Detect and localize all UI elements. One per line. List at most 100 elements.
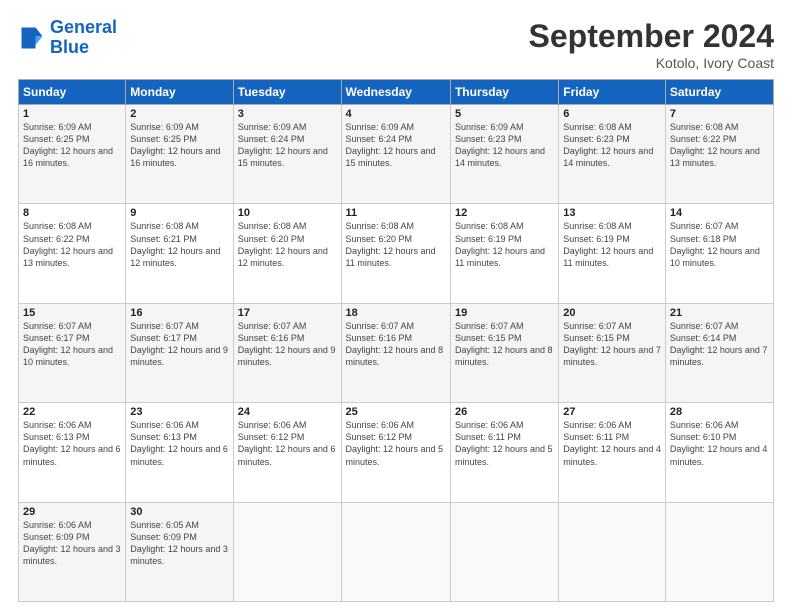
logo-general: General xyxy=(50,17,117,37)
day-number: 28 xyxy=(670,406,769,418)
day-number: 8 xyxy=(23,207,121,219)
day-cell: 5 Sunrise: 6:09 AM Sunset: 6:23 PM Dayli… xyxy=(450,105,558,204)
day-number: 29 xyxy=(23,506,121,518)
calendar-table: SundayMondayTuesdayWednesdayThursdayFrid… xyxy=(18,79,774,602)
header: General Blue September 2024 Kotolo, Ivor… xyxy=(18,18,774,71)
day-cell: 8 Sunrise: 6:08 AM Sunset: 6:22 PM Dayli… xyxy=(19,204,126,303)
day-info: Sunrise: 6:07 AM Sunset: 6:18 PM Dayligh… xyxy=(670,220,769,269)
day-cell: 14 Sunrise: 6:07 AM Sunset: 6:18 PM Dayl… xyxy=(665,204,773,303)
day-info: Sunrise: 6:09 AM Sunset: 6:24 PM Dayligh… xyxy=(346,121,446,170)
day-info: Sunrise: 6:07 AM Sunset: 6:14 PM Dayligh… xyxy=(670,320,769,369)
day-info: Sunrise: 6:07 AM Sunset: 6:16 PM Dayligh… xyxy=(238,320,337,369)
day-number: 14 xyxy=(670,207,769,219)
day-info: Sunrise: 6:06 AM Sunset: 6:11 PM Dayligh… xyxy=(563,419,661,468)
day-cell xyxy=(341,502,450,601)
day-info: Sunrise: 6:07 AM Sunset: 6:17 PM Dayligh… xyxy=(23,320,121,369)
day-number: 18 xyxy=(346,307,446,319)
day-cell: 13 Sunrise: 6:08 AM Sunset: 6:19 PM Dayl… xyxy=(559,204,666,303)
day-number: 21 xyxy=(670,307,769,319)
logo-icon xyxy=(18,24,46,52)
day-info: Sunrise: 6:06 AM Sunset: 6:10 PM Dayligh… xyxy=(670,419,769,468)
day-number: 23 xyxy=(130,406,228,418)
day-cell: 22 Sunrise: 6:06 AM Sunset: 6:13 PM Dayl… xyxy=(19,403,126,502)
week-row-2: 8 Sunrise: 6:08 AM Sunset: 6:22 PM Dayli… xyxy=(19,204,774,303)
logo: General Blue xyxy=(18,18,117,58)
day-cell: 27 Sunrise: 6:06 AM Sunset: 6:11 PM Dayl… xyxy=(559,403,666,502)
day-cell: 11 Sunrise: 6:08 AM Sunset: 6:20 PM Dayl… xyxy=(341,204,450,303)
day-number: 9 xyxy=(130,207,228,219)
day-info: Sunrise: 6:08 AM Sunset: 6:22 PM Dayligh… xyxy=(23,220,121,269)
day-cell: 30 Sunrise: 6:05 AM Sunset: 6:09 PM Dayl… xyxy=(126,502,233,601)
day-number: 11 xyxy=(346,207,446,219)
day-number: 3 xyxy=(238,108,337,120)
logo-text: General Blue xyxy=(50,18,117,58)
day-cell xyxy=(233,502,341,601)
week-row-1: 1 Sunrise: 6:09 AM Sunset: 6:25 PM Dayli… xyxy=(19,105,774,204)
day-number: 13 xyxy=(563,207,661,219)
day-info: Sunrise: 6:08 AM Sunset: 6:21 PM Dayligh… xyxy=(130,220,228,269)
day-cell: 3 Sunrise: 6:09 AM Sunset: 6:24 PM Dayli… xyxy=(233,105,341,204)
calendar-body: 1 Sunrise: 6:09 AM Sunset: 6:25 PM Dayli… xyxy=(19,105,774,602)
day-cell: 25 Sunrise: 6:06 AM Sunset: 6:12 PM Dayl… xyxy=(341,403,450,502)
day-number: 24 xyxy=(238,406,337,418)
day-number: 20 xyxy=(563,307,661,319)
day-cell xyxy=(450,502,558,601)
day-number: 15 xyxy=(23,307,121,319)
day-info: Sunrise: 6:06 AM Sunset: 6:12 PM Dayligh… xyxy=(238,419,337,468)
header-day-thursday: Thursday xyxy=(450,80,558,105)
day-info: Sunrise: 6:07 AM Sunset: 6:17 PM Dayligh… xyxy=(130,320,228,369)
page: General Blue September 2024 Kotolo, Ivor… xyxy=(0,0,792,612)
day-info: Sunrise: 6:05 AM Sunset: 6:09 PM Dayligh… xyxy=(130,519,228,568)
day-number: 5 xyxy=(455,108,554,120)
day-number: 17 xyxy=(238,307,337,319)
day-info: Sunrise: 6:06 AM Sunset: 6:11 PM Dayligh… xyxy=(455,419,554,468)
day-info: Sunrise: 6:08 AM Sunset: 6:23 PM Dayligh… xyxy=(563,121,661,170)
day-cell: 24 Sunrise: 6:06 AM Sunset: 6:12 PM Dayl… xyxy=(233,403,341,502)
header-day-sunday: Sunday xyxy=(19,80,126,105)
day-cell: 29 Sunrise: 6:06 AM Sunset: 6:09 PM Dayl… xyxy=(19,502,126,601)
day-cell: 4 Sunrise: 6:09 AM Sunset: 6:24 PM Dayli… xyxy=(341,105,450,204)
main-title: September 2024 xyxy=(529,18,774,55)
day-cell: 10 Sunrise: 6:08 AM Sunset: 6:20 PM Dayl… xyxy=(233,204,341,303)
day-info: Sunrise: 6:07 AM Sunset: 6:15 PM Dayligh… xyxy=(563,320,661,369)
day-cell: 6 Sunrise: 6:08 AM Sunset: 6:23 PM Dayli… xyxy=(559,105,666,204)
day-number: 12 xyxy=(455,207,554,219)
day-number: 30 xyxy=(130,506,228,518)
day-cell: 12 Sunrise: 6:08 AM Sunset: 6:19 PM Dayl… xyxy=(450,204,558,303)
header-day-saturday: Saturday xyxy=(665,80,773,105)
day-number: 25 xyxy=(346,406,446,418)
day-info: Sunrise: 6:08 AM Sunset: 6:19 PM Dayligh… xyxy=(455,220,554,269)
day-cell: 26 Sunrise: 6:06 AM Sunset: 6:11 PM Dayl… xyxy=(450,403,558,502)
day-cell: 7 Sunrise: 6:08 AM Sunset: 6:22 PM Dayli… xyxy=(665,105,773,204)
day-cell: 9 Sunrise: 6:08 AM Sunset: 6:21 PM Dayli… xyxy=(126,204,233,303)
day-cell xyxy=(559,502,666,601)
calendar-header: SundayMondayTuesdayWednesdayThursdayFrid… xyxy=(19,80,774,105)
day-number: 16 xyxy=(130,307,228,319)
day-cell: 2 Sunrise: 6:09 AM Sunset: 6:25 PM Dayli… xyxy=(126,105,233,204)
day-info: Sunrise: 6:09 AM Sunset: 6:25 PM Dayligh… xyxy=(130,121,228,170)
day-info: Sunrise: 6:08 AM Sunset: 6:20 PM Dayligh… xyxy=(346,220,446,269)
logo-blue: Blue xyxy=(50,37,89,57)
day-info: Sunrise: 6:08 AM Sunset: 6:22 PM Dayligh… xyxy=(670,121,769,170)
day-cell: 18 Sunrise: 6:07 AM Sunset: 6:16 PM Dayl… xyxy=(341,303,450,402)
day-info: Sunrise: 6:09 AM Sunset: 6:24 PM Dayligh… xyxy=(238,121,337,170)
day-info: Sunrise: 6:07 AM Sunset: 6:15 PM Dayligh… xyxy=(455,320,554,369)
day-number: 27 xyxy=(563,406,661,418)
header-day-tuesday: Tuesday xyxy=(233,80,341,105)
week-row-5: 29 Sunrise: 6:06 AM Sunset: 6:09 PM Dayl… xyxy=(19,502,774,601)
subtitle: Kotolo, Ivory Coast xyxy=(529,55,774,71)
day-number: 4 xyxy=(346,108,446,120)
day-info: Sunrise: 6:08 AM Sunset: 6:19 PM Dayligh… xyxy=(563,220,661,269)
week-row-4: 22 Sunrise: 6:06 AM Sunset: 6:13 PM Dayl… xyxy=(19,403,774,502)
day-number: 26 xyxy=(455,406,554,418)
day-info: Sunrise: 6:09 AM Sunset: 6:23 PM Dayligh… xyxy=(455,121,554,170)
day-cell: 15 Sunrise: 6:07 AM Sunset: 6:17 PM Dayl… xyxy=(19,303,126,402)
day-info: Sunrise: 6:06 AM Sunset: 6:13 PM Dayligh… xyxy=(130,419,228,468)
day-cell: 1 Sunrise: 6:09 AM Sunset: 6:25 PM Dayli… xyxy=(19,105,126,204)
day-info: Sunrise: 6:06 AM Sunset: 6:12 PM Dayligh… xyxy=(346,419,446,468)
header-day-monday: Monday xyxy=(126,80,233,105)
day-info: Sunrise: 6:07 AM Sunset: 6:16 PM Dayligh… xyxy=(346,320,446,369)
header-row: SundayMondayTuesdayWednesdayThursdayFrid… xyxy=(19,80,774,105)
day-cell: 16 Sunrise: 6:07 AM Sunset: 6:17 PM Dayl… xyxy=(126,303,233,402)
day-number: 1 xyxy=(23,108,121,120)
